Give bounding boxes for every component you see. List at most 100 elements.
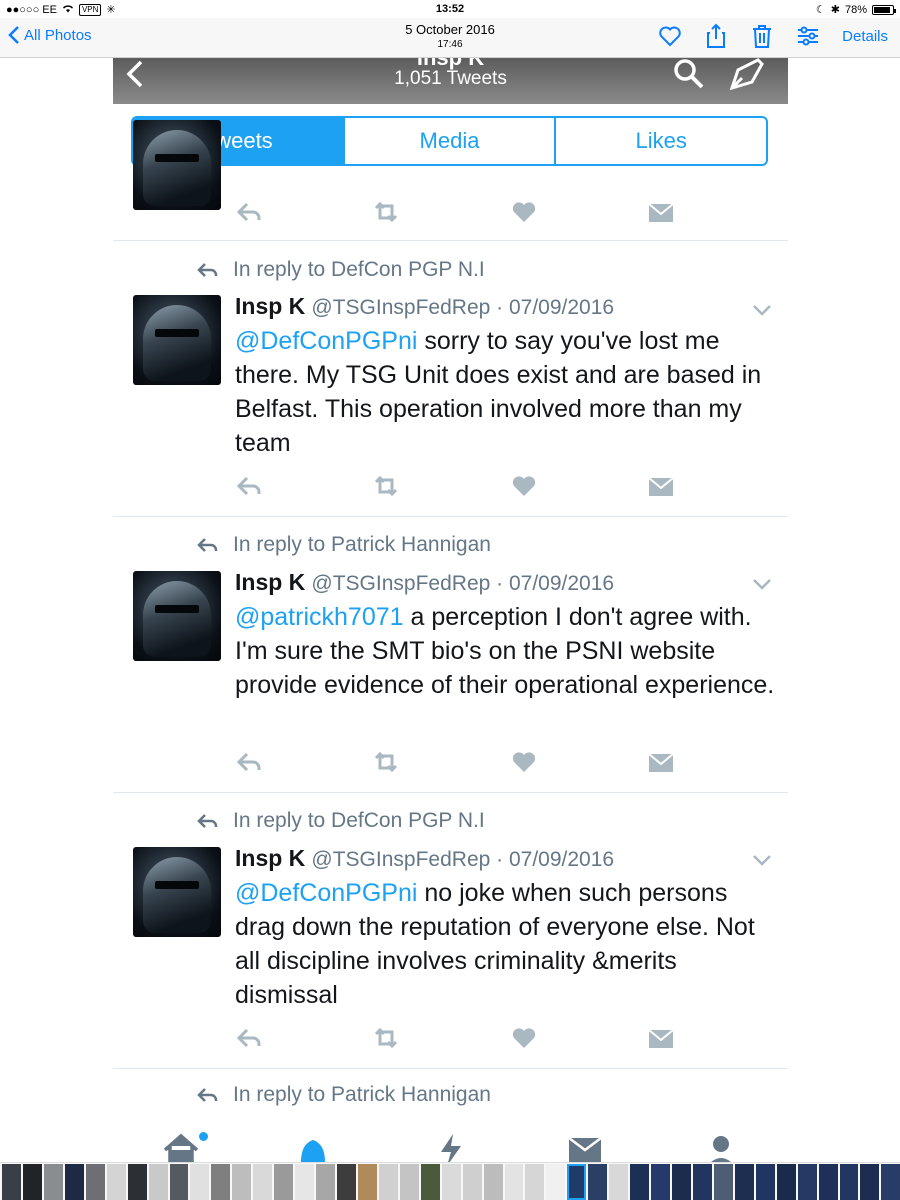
thumbnail[interactable] <box>127 1163 147 1200</box>
direct-message-icon[interactable] <box>647 750 675 774</box>
trash-icon[interactable] <box>750 23 774 49</box>
tweet[interactable]: In reply to Patrick Hannigan Insp K @TSG… <box>113 517 788 793</box>
thumbnail[interactable] <box>504 1163 524 1200</box>
thumbnail[interactable] <box>546 1163 566 1200</box>
thumbnail[interactable] <box>483 1163 503 1200</box>
avatar[interactable] <box>133 295 221 385</box>
thumbnail[interactable] <box>274 1163 294 1200</box>
thumbnail[interactable] <box>2 1163 21 1200</box>
home-icon[interactable] <box>161 1132 201 1162</box>
thumbnail[interactable] <box>734 1163 754 1200</box>
thumbnail[interactable] <box>64 1163 84 1200</box>
thumbnail[interactable] <box>692 1163 712 1200</box>
chevron-down-icon[interactable] <box>752 577 772 591</box>
search-icon[interactable] <box>672 58 706 92</box>
reply-to-label[interactable]: In reply to DefCon PGP N.I <box>233 809 485 833</box>
tab-likes[interactable]: Likes <box>554 118 766 164</box>
thumbnail[interactable] <box>253 1163 273 1200</box>
retweet-icon[interactable] <box>372 1026 400 1050</box>
thumbnail[interactable] <box>713 1163 733 1200</box>
thumbnail[interactable] <box>378 1163 398 1200</box>
handle-date: @TSGInspFedRep · 07/09/2016 <box>311 572 615 595</box>
share-icon[interactable] <box>704 23 728 49</box>
notification-dot <box>199 1132 208 1141</box>
tweet-next-partial[interactable]: In reply to Patrick Hannigan <box>113 1069 788 1122</box>
like-icon[interactable] <box>510 1026 538 1050</box>
thumbnail[interactable] <box>190 1163 210 1200</box>
thumbnail[interactable] <box>106 1163 126 1200</box>
thumbnail[interactable] <box>357 1163 377 1200</box>
profile-icon[interactable] <box>701 1132 741 1162</box>
notifications-icon[interactable] <box>293 1132 333 1162</box>
compose-icon[interactable] <box>728 58 766 92</box>
thumbnail[interactable] <box>609 1163 629 1200</box>
mention-link[interactable]: @DefConPGPni <box>235 327 417 355</box>
sliders-icon[interactable] <box>796 23 820 49</box>
reply-to-label[interactable]: In reply to Patrick Hannigan <box>233 1083 491 1107</box>
direct-message-icon[interactable] <box>647 1026 675 1050</box>
thumbnail[interactable] <box>881 1163 900 1200</box>
thumbnail[interactable] <box>839 1163 859 1200</box>
tweet-header: Insp K @TSGInspFedRep · 07/09/2016 <box>235 293 614 320</box>
reply-icon[interactable] <box>235 474 263 498</box>
messages-icon[interactable] <box>565 1132 605 1162</box>
thumbnail[interactable] <box>22 1163 42 1200</box>
tweet[interactable]: In reply to DefCon PGP N.I Insp K @TSGIn… <box>113 793 788 1069</box>
thumbnail[interactable] <box>43 1163 63 1200</box>
reply-icon[interactable] <box>235 1026 263 1050</box>
thumbnail[interactable] <box>462 1163 482 1200</box>
thumbnail[interactable] <box>818 1163 838 1200</box>
retweet-icon[interactable] <box>372 200 400 224</box>
like-icon[interactable] <box>510 750 538 774</box>
tweet[interactable]: In reply to DefCon PGP N.I Insp K @TSGIn… <box>113 241 788 517</box>
tweet-header: Insp K @TSGInspFedRep · 07/09/2016 <box>235 569 614 596</box>
thumbnail[interactable] <box>672 1163 691 1200</box>
author-name[interactable]: Insp K <box>235 569 305 595</box>
reply-icon[interactable] <box>235 200 263 224</box>
thumbnail[interactable] <box>420 1163 440 1200</box>
thumbnail[interactable] <box>295 1163 315 1200</box>
details-button[interactable]: Details <box>842 28 888 45</box>
like-icon[interactable] <box>510 474 538 498</box>
thumbnail[interactable] <box>755 1163 775 1200</box>
thumbnail[interactable] <box>797 1163 817 1200</box>
author-name[interactable]: Insp K <box>235 845 305 871</box>
thumbnail-selected[interactable] <box>567 1163 587 1200</box>
heart-icon[interactable] <box>658 23 682 49</box>
thumbnail[interactable] <box>525 1163 545 1200</box>
thumbnail[interactable] <box>85 1163 105 1200</box>
reply-to-label[interactable]: In reply to Patrick Hannigan <box>233 533 491 557</box>
like-icon[interactable] <box>510 200 538 224</box>
thumbnail[interactable] <box>211 1163 231 1200</box>
avatar[interactable] <box>133 847 221 937</box>
thumbnail[interactable] <box>588 1163 608 1200</box>
thumbnail[interactable] <box>860 1163 880 1200</box>
direct-message-icon[interactable] <box>647 474 675 498</box>
moments-icon[interactable] <box>431 1132 471 1162</box>
thumbnail[interactable] <box>169 1163 189 1200</box>
author-name[interactable]: Insp K <box>235 293 305 319</box>
thumbnail[interactable] <box>148 1163 168 1200</box>
tweet-actions <box>235 474 675 498</box>
photo-actions: Details <box>658 23 888 49</box>
photo-thumbnail-strip[interactable] <box>0 1162 900 1200</box>
retweet-icon[interactable] <box>372 474 400 498</box>
chevron-down-icon[interactable] <box>752 303 772 317</box>
thumbnail[interactable] <box>399 1163 419 1200</box>
mention-link[interactable]: @DefConPGPni <box>235 879 417 907</box>
tab-media[interactable]: Media <box>342 118 555 164</box>
thumbnail[interactable] <box>441 1163 461 1200</box>
direct-message-icon[interactable] <box>647 200 675 224</box>
thumbnail[interactable] <box>316 1163 335 1200</box>
thumbnail[interactable] <box>630 1163 650 1200</box>
chevron-down-icon[interactable] <box>752 853 772 867</box>
thumbnail[interactable] <box>232 1163 252 1200</box>
retweet-icon[interactable] <box>372 750 400 774</box>
mention-link[interactable]: @patrickh7071 <box>235 603 404 631</box>
thumbnail[interactable] <box>776 1163 796 1200</box>
reply-icon[interactable] <box>235 750 263 774</box>
thumbnail[interactable] <box>651 1163 670 1200</box>
thumbnail[interactable] <box>337 1163 356 1200</box>
reply-to-label[interactable]: In reply to DefCon PGP N.I <box>233 258 485 282</box>
avatar[interactable] <box>133 571 221 661</box>
